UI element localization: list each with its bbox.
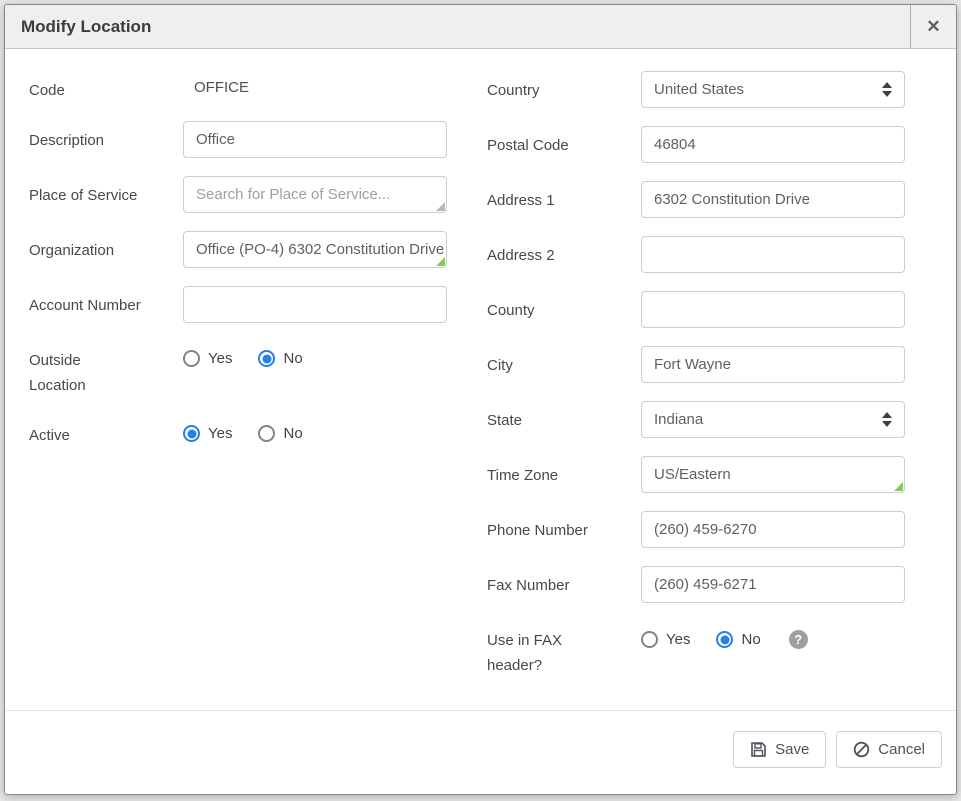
country-label: Country	[487, 71, 599, 103]
use-in-fax-header-radio-yes[interactable]: Yes	[641, 631, 690, 648]
radio-selected-icon	[258, 350, 275, 367]
modal-body: Code OFFICE Description Place of Service	[5, 49, 956, 710]
save-button-label: Save	[775, 741, 809, 758]
active-row: Active Yes No	[29, 416, 475, 448]
description-row: Description	[29, 121, 475, 158]
fax-number-row: Fax Number	[487, 566, 915, 603]
address2-row: Address 2	[487, 236, 915, 273]
use-in-fax-header-radio-group: Yes No ?	[641, 621, 905, 649]
outside-location-radio-yes[interactable]: Yes	[183, 350, 232, 367]
description-label: Description	[29, 121, 141, 153]
phone-number-row: Phone Number	[487, 511, 915, 548]
organization-field[interactable]	[183, 231, 447, 268]
county-row: County	[487, 291, 915, 328]
account-number-label: Account Number	[29, 286, 141, 318]
select-updown-icon	[882, 412, 892, 427]
postal-code-row: Postal Code	[487, 126, 915, 163]
active-radio-yes[interactable]: Yes	[183, 425, 232, 442]
form-right-column: Country United States Postal Code Addres…	[475, 71, 915, 710]
country-row: Country United States	[487, 71, 915, 108]
time-zone-label: Time Zone	[487, 456, 599, 488]
city-field[interactable]	[641, 346, 905, 383]
address1-field[interactable]	[641, 181, 905, 218]
cancel-button-label: Cancel	[878, 741, 925, 758]
save-button[interactable]: Save	[733, 731, 826, 768]
save-floppy-icon	[750, 741, 767, 758]
use-in-fax-header-label: Use in FAX header?	[487, 621, 599, 678]
code-value: OFFICE	[183, 71, 447, 96]
organization-row: Organization	[29, 231, 475, 268]
radio-selected-icon	[716, 631, 733, 648]
form-left-column: Code OFFICE Description Place of Service	[29, 71, 475, 710]
radio-selected-icon	[183, 425, 200, 442]
address1-row: Address 1	[487, 181, 915, 218]
place-of-service-search-input[interactable]	[183, 176, 447, 213]
state-row: State Indiana	[487, 401, 915, 438]
country-select[interactable]: United States	[641, 71, 905, 108]
place-of-service-row: Place of Service	[29, 176, 475, 213]
use-in-fax-header-radio-no[interactable]: No	[716, 631, 760, 648]
code-row: Code OFFICE	[29, 71, 475, 103]
phone-number-label: Phone Number	[487, 511, 599, 543]
cancel-button[interactable]: Cancel	[836, 731, 942, 768]
modal-title: Modify Location	[5, 5, 910, 48]
modify-location-modal: Modify Location ✕ Code OFFICE Descriptio…	[4, 4, 957, 795]
radio-unselected-icon	[641, 631, 658, 648]
outside-location-label: Outside Location	[29, 341, 141, 398]
state-label: State	[487, 401, 599, 433]
address1-label: Address 1	[487, 181, 599, 213]
active-radio-no[interactable]: No	[258, 425, 302, 442]
postal-code-label: Postal Code	[487, 126, 599, 158]
outside-location-radio-no[interactable]: No	[258, 350, 302, 367]
description-field[interactable]	[183, 121, 447, 158]
county-label: County	[487, 291, 599, 323]
time-zone-row: Time Zone	[487, 456, 915, 493]
postal-code-field[interactable]	[641, 126, 905, 163]
close-button[interactable]: ✕	[910, 5, 956, 48]
code-label: Code	[29, 71, 141, 103]
close-icon: ✕	[926, 17, 940, 37]
radio-unselected-icon	[258, 425, 275, 442]
address2-label: Address 2	[487, 236, 599, 268]
state-select[interactable]: Indiana	[641, 401, 905, 438]
select-updown-icon	[882, 82, 892, 97]
fax-number-label: Fax Number	[487, 566, 599, 598]
county-field[interactable]	[641, 291, 905, 328]
use-in-fax-header-row: Use in FAX header? Yes No ?	[487, 621, 915, 678]
city-row: City	[487, 346, 915, 383]
address2-field[interactable]	[641, 236, 905, 273]
active-radio-group: Yes No	[183, 416, 447, 442]
fax-number-field[interactable]	[641, 566, 905, 603]
city-label: City	[487, 346, 599, 378]
radio-unselected-icon	[183, 350, 200, 367]
active-label: Active	[29, 416, 141, 448]
time-zone-field[interactable]	[641, 456, 905, 493]
outside-location-row: Outside Location Yes No	[29, 341, 475, 398]
outside-location-radio-group: Yes No	[183, 341, 447, 367]
organization-label: Organization	[29, 231, 141, 263]
modal-footer: Save Cancel	[5, 710, 956, 794]
cancel-slash-circle-icon	[853, 741, 870, 758]
help-icon[interactable]: ?	[789, 630, 808, 649]
place-of-service-label: Place of Service	[29, 176, 141, 208]
account-number-row: Account Number	[29, 286, 475, 323]
modal-header: Modify Location ✕	[5, 5, 956, 49]
account-number-field[interactable]	[183, 286, 447, 323]
phone-number-field[interactable]	[641, 511, 905, 548]
